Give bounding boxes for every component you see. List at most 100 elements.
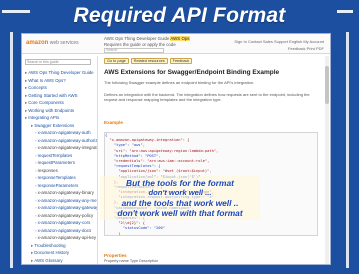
intro-paragraph: The following Swagger example defines an…	[104, 80, 255, 85]
sidebar-item[interactable]: ▸Swagger Extensions	[25, 122, 97, 130]
expand-triangle-icon[interactable]: ▸	[25, 100, 27, 105]
expand-triangle-icon[interactable]: ▫	[35, 160, 37, 165]
expand-triangle-icon[interactable]: ▸	[25, 93, 27, 98]
expand-triangle-icon[interactable]: ▸	[31, 243, 33, 248]
sidebar-item-label: AWS Glossary	[34, 257, 63, 263]
sidebar-item-label: Troubleshooting	[34, 242, 66, 248]
caption-line-3: and the tools that work well ..	[121, 198, 239, 208]
logo-text: amazon	[26, 40, 49, 46]
expand-triangle-icon[interactable]: ▫	[35, 213, 37, 218]
frame-left-edge	[10, 32, 13, 268]
caption-line-4: don't work well with that format	[117, 208, 243, 218]
sidebar-item[interactable]: ▫x-amazon-apigateway-policy	[25, 212, 97, 220]
content-pill-button[interactable]: Related resources	[130, 58, 168, 64]
sidebar-item[interactable]: ▸Concepts	[25, 84, 97, 92]
properties-table-header: Property name Type Description	[104, 259, 159, 263]
sidebar-item[interactable]: ▫x-amazon-apigateway-cors	[25, 219, 97, 227]
sidebar-item[interactable]: ▸Document History	[25, 249, 97, 257]
expand-triangle-icon[interactable]: ▸	[25, 115, 27, 120]
search-highlight: AWS Ops	[170, 36, 190, 41]
caption-overlay: But the tools for the format don't work …	[100, 176, 260, 220]
sidebar-item[interactable]: ▸Getting Started with AWS	[25, 92, 97, 100]
sidebar-item[interactable]: ▸AWS Ops Thing Developer Guide	[25, 69, 97, 77]
browser-window: amazon web services AWS Ops Thing Develo…	[22, 34, 330, 264]
sidebar: Search in this guide ▸AWS Ops Thing Deve…	[22, 56, 98, 264]
sidebar-item[interactable]: ▫x-amazon-apigateway-docs	[25, 227, 97, 235]
sidebar-item[interactable]: ▫responseParameters	[25, 182, 97, 190]
scrollbar-thumb[interactable]	[325, 66, 329, 104]
expand-triangle-icon[interactable]: ▸	[31, 258, 33, 263]
sidebar-item[interactable]: ▫x-amazon-apigateway-authorizer	[25, 137, 97, 145]
sidebar-item-label: AWS Ops Thing Developer Guide	[28, 70, 94, 75]
sidebar-search-input[interactable]: Search in this guide	[25, 59, 91, 65]
top-links[interactable]: Sign In Contact Sales Support English My…	[234, 39, 324, 44]
caption-line-2: don't work well ...	[148, 188, 212, 197]
sidebar-item-label: x-amazon-apigateway-docs	[37, 227, 92, 233]
expand-triangle-icon[interactable]: ▸	[25, 108, 27, 113]
sidebar-item[interactable]: ▫x-amazon-apigateway-any-method	[25, 197, 97, 205]
page-title: AWS Extensions for Swagger/Endpoint Bind…	[104, 69, 280, 76]
sidebar-item[interactable]: ▸Troubleshooting	[25, 242, 97, 250]
expand-triangle-icon[interactable]: ▫	[35, 175, 37, 180]
sidebar-item[interactable]: ▫x-amazon-apigateway-integration	[25, 144, 97, 152]
expand-triangle-icon[interactable]: ▫	[35, 190, 37, 195]
sidebar-item-label: requestTemplates	[37, 152, 73, 158]
sidebar-item[interactable]: ▫x-amazon-apigateway-gateway	[25, 204, 97, 212]
sidebar-item[interactable]: ▫x-amazon-apigateway-binary	[25, 189, 97, 197]
sidebar-item-label: Working with Endpoints	[28, 107, 75, 113]
aws-logo[interactable]: amazon web services	[26, 40, 79, 46]
sidebar-item-label: Getting Started with AWS	[28, 92, 78, 98]
expand-triangle-icon[interactable]: ▫	[35, 198, 37, 203]
expand-triangle-icon[interactable]: ▸	[25, 78, 27, 83]
expand-triangle-icon[interactable]: ▫	[35, 220, 37, 225]
sidebar-item-label: responses	[37, 167, 58, 173]
sidebar-item[interactable]: ▫responseTemplates	[25, 174, 97, 182]
description-paragraph: Defines an integration with the backend.…	[104, 92, 310, 102]
content-pill-button[interactable]: Feedback	[169, 58, 193, 64]
sidebar-item[interactable]: ▸Core Components	[25, 99, 97, 107]
sidebar-item[interactable]: ▫x-amazon-apigateway-api-key	[25, 234, 97, 242]
top-nav: AWS Ops Thing Developer Guide AWS Ops Re…	[104, 36, 190, 48]
page-tools-links[interactable]: Feedback Print PDF	[288, 46, 324, 51]
sidebar-item-label: x-amazon-apigateway-binary	[37, 190, 94, 195]
page-scrollbar[interactable]	[325, 56, 329, 264]
expand-triangle-icon[interactable]: ▸	[31, 123, 33, 128]
sidebar-item-label: responseTemplates	[37, 175, 76, 180]
sidebar-item-label: Integrating APIs	[28, 115, 60, 120]
search-input[interactable]: Search	[104, 48, 164, 53]
sidebar-item-label: x-amazon-apigateway-api-key	[37, 235, 97, 240]
expand-triangle-icon[interactable]: ▸	[25, 85, 27, 90]
sidebar-item[interactable]: ▫x-amazon-apigateway-auth	[25, 129, 97, 137]
expand-triangle-icon[interactable]: ▫	[35, 205, 37, 210]
expand-triangle-icon[interactable]: ▫	[35, 138, 37, 143]
sidebar-item[interactable]: ▸AWS Glossary	[25, 257, 97, 265]
slide-title: Required API Format	[73, 4, 286, 27]
expand-triangle-icon[interactable]: ▫	[35, 168, 37, 173]
expand-triangle-icon[interactable]: ▫	[35, 228, 37, 233]
content-pill-row: Go to page Related resources Feedback	[104, 58, 193, 64]
expand-triangle-icon[interactable]: ▫	[35, 145, 37, 150]
expand-triangle-icon[interactable]: ▫	[35, 153, 37, 158]
expand-triangle-icon[interactable]: ▸	[25, 70, 27, 75]
sidebar-toc: ▸AWS Ops Thing Developer Guide ▸What Is A…	[25, 69, 97, 264]
sidebar-item[interactable]: ▫requestParameters	[25, 159, 97, 167]
sidebar-item-label: What Is AWS Ops?	[28, 77, 66, 83]
content-pill-button[interactable]: Go to page	[104, 58, 129, 64]
expand-triangle-icon[interactable]: ▫	[35, 130, 37, 135]
nav-line-1-text[interactable]: AWS Ops Thing Developer Guide	[104, 36, 169, 41]
expand-triangle-icon[interactable]: ▫	[35, 183, 37, 188]
sidebar-item[interactable]: ▫requestTemplates	[25, 152, 97, 160]
sidebar-item-label: responseParameters	[37, 182, 79, 188]
sidebar-item[interactable]: ▸Integrating APIs	[25, 114, 97, 122]
sidebar-item[interactable]: ▸Working with Endpoints	[25, 107, 97, 115]
sidebar-item[interactable]: ▸What Is AWS Ops?	[25, 77, 97, 85]
expand-triangle-icon[interactable]: ▫	[35, 235, 37, 240]
expand-triangle-icon[interactable]: ▸	[31, 250, 33, 255]
sidebar-item-label: Document History	[34, 250, 70, 255]
sidebar-item[interactable]: ▫responses	[25, 167, 97, 175]
browser-topbar: amazon web services AWS Ops Thing Develo…	[22, 34, 330, 54]
sidebar-item-label: x-amazon-apigateway-cors	[37, 220, 91, 225]
